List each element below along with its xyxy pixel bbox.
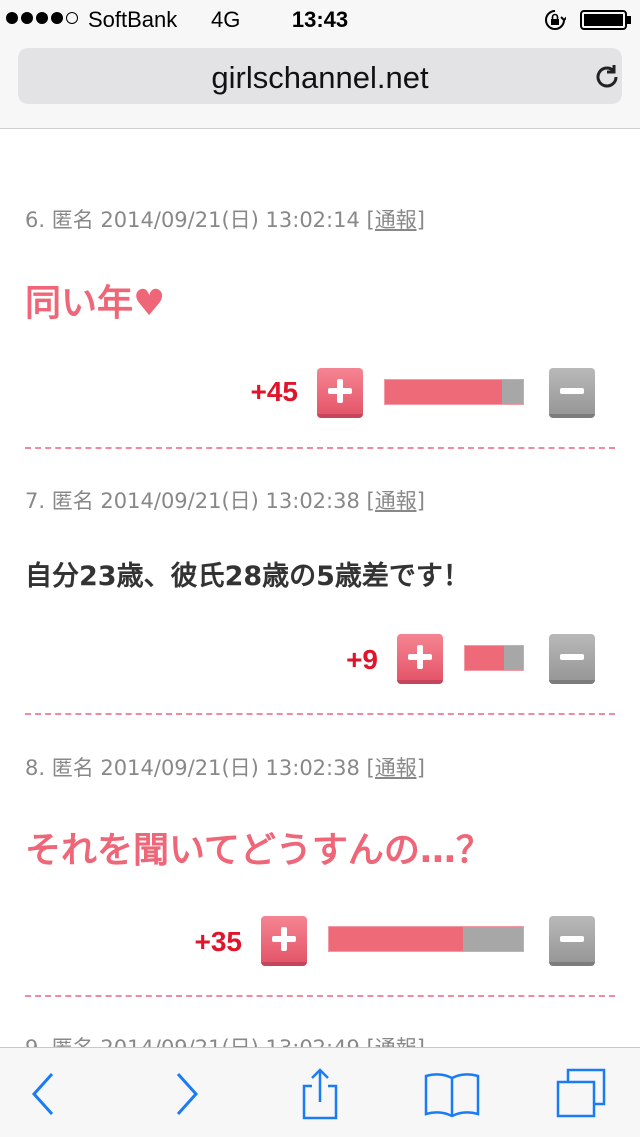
carrier-name: SoftBank	[88, 7, 178, 32]
comment-meta: 9. 匿名 2014/09/21(日) 13:02:49 [通報]	[25, 1032, 425, 1047]
minus-vote-button[interactable]	[549, 916, 595, 966]
share-icon	[302, 1068, 338, 1120]
status-bar: SoftBank 4G 13:43	[0, 0, 640, 40]
bookmarks-button[interactable]	[422, 1068, 482, 1120]
comment-list: 6. 匿名 2014/09/21(日) 13:02:14 [通報] 同い年♥ +…	[0, 129, 640, 1047]
browser-toolbar	[0, 1047, 640, 1137]
comment-datetime: 2014/09/21(日) 13:02:49	[100, 1036, 359, 1047]
comment-datetime: 2014/09/21(日) 13:02:14	[100, 208, 360, 232]
comment-datetime: 2014/09/21(日) 13:02:38	[100, 489, 360, 513]
comment-divider	[25, 447, 615, 449]
address-bar-area: girlschannel.net	[0, 40, 640, 129]
comment-author: 匿名	[51, 756, 94, 780]
back-button[interactable]	[14, 1068, 74, 1120]
comment-body: 自分23歳、彼氏28歳の5歳差です！	[25, 561, 470, 592]
vote-ratio-fill	[465, 646, 505, 670]
comment-number: 7.	[25, 489, 46, 513]
vote-ratio-bar	[328, 926, 524, 952]
comment-datetime: 2014/09/21(日) 13:02:38	[100, 756, 360, 780]
share-button[interactable]	[290, 1068, 350, 1120]
vote-score: +9	[346, 644, 378, 675]
vote-ratio-fill	[329, 927, 463, 951]
comment-author: 匿名	[51, 489, 94, 513]
report-link[interactable]: [通報]	[367, 1036, 425, 1047]
network-type: 4G	[211, 7, 241, 32]
plus-vote-button[interactable]	[261, 916, 307, 966]
comment-author: 匿名	[52, 1036, 94, 1047]
forward-icon	[176, 1072, 199, 1116]
reload-icon[interactable]	[592, 62, 622, 92]
report-link[interactable]: [通報]	[367, 208, 425, 232]
comment-meta: 8. 匿名 2014/09/21(日) 13:02:38 [通報]	[25, 752, 425, 782]
comment-meta: 6. 匿名 2014/09/21(日) 13:02:14 [通報]	[25, 204, 425, 234]
comment-author: 匿名	[51, 208, 94, 232]
comment-number: 9.	[25, 1036, 45, 1047]
tabs-button[interactable]	[552, 1068, 612, 1120]
comment-meta: 7. 匿名 2014/09/21(日) 13:02:38 [通報]	[25, 485, 425, 515]
address-bar[interactable]: girlschannel.net	[18, 48, 622, 104]
bookmarks-icon	[424, 1073, 480, 1118]
comment-body: 同い年♥	[25, 283, 166, 324]
back-icon	[31, 1072, 54, 1116]
minus-vote-button[interactable]	[549, 634, 595, 684]
url-text[interactable]: girlschannel.net	[18, 60, 622, 96]
vote-score: +35	[194, 926, 243, 957]
forward-button[interactable]	[156, 1068, 216, 1120]
tabs-icon	[556, 1068, 606, 1118]
plus-vote-button[interactable]	[397, 634, 443, 684]
report-link[interactable]: [通報]	[367, 756, 425, 780]
plus-vote-button[interactable]	[317, 368, 363, 418]
vote-ratio-fill	[385, 380, 503, 404]
comment-number: 6.	[25, 208, 46, 232]
comment-divider	[25, 995, 615, 997]
comment-number: 8.	[25, 756, 46, 780]
vote-ratio-bar	[464, 645, 524, 671]
battery-icon	[580, 10, 631, 30]
report-link[interactable]: [通報]	[367, 489, 425, 513]
rotation-lock-icon	[545, 10, 566, 30]
vote-score: +45	[250, 376, 299, 407]
minus-vote-button[interactable]	[549, 368, 595, 418]
comment-divider	[25, 713, 615, 715]
signal-strength-icon	[6, 12, 78, 24]
vote-ratio-bar	[384, 379, 524, 405]
comment-body: それを聞いてどうすんの…？	[25, 830, 492, 871]
